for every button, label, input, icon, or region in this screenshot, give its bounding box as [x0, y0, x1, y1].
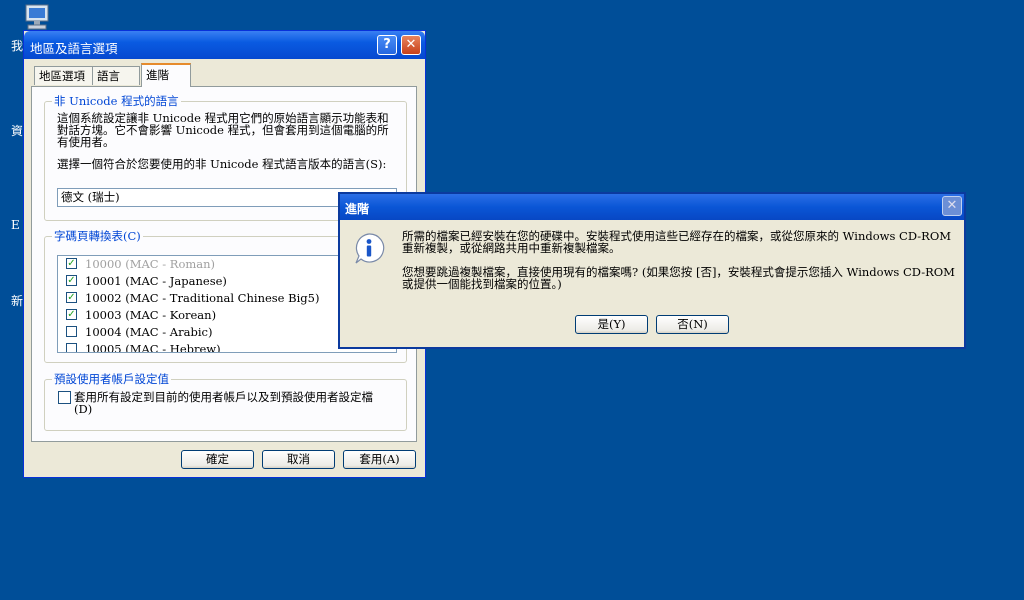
dialog-close-button[interactable]: ✕	[942, 196, 962, 216]
advanced-message-dialog: 進階 ✕ 所需的檔案已經安裝在您的硬碟中。安裝程式使用這些已經存在的檔案，或從您…	[338, 192, 966, 349]
language-select-label: 選擇一個符合於您要使用的非 Unicode 程式語言版本的語言(S):	[57, 157, 387, 171]
group-legend: 字碼頁轉換表(C)	[52, 228, 143, 244]
window-titlebar[interactable]: 地區及語言選項 ? ✕	[24, 31, 425, 59]
apply-default-user-label[interactable]: 套用所有設定到目前的使用者帳戶以及到預設使用者設定檔 (D)	[74, 391, 373, 415]
ok-button[interactable]: 確定	[181, 450, 254, 469]
desktop-icon-label[interactable]: 新	[11, 292, 23, 309]
yes-button[interactable]: 是(Y)	[575, 315, 648, 334]
info-icon	[353, 232, 385, 264]
tab-advanced[interactable]: 進階	[141, 63, 191, 87]
dialog-message-2: 您想要跳過複製檔案，直接使用現有的檔案嗎? (如果您按 [否]，安裝程式會提示您…	[402, 265, 955, 291]
checkbox-unchecked[interactable]	[66, 326, 77, 337]
checkbox-checked[interactable]: ✓	[66, 258, 77, 269]
desktop-icon-label[interactable]: E	[11, 218, 20, 232]
dialog-title: 進階	[345, 202, 370, 216]
dialog-titlebar[interactable]: 進階 ✕	[340, 194, 964, 220]
window-title: 地區及語言選項	[30, 41, 118, 56]
dialog-message-1: 所需的檔案已經安裝在您的硬碟中。安裝程式使用這些已經存在的檔案，或從您原來的 W…	[402, 229, 952, 255]
close-button[interactable]: ✕	[401, 35, 421, 55]
tab-languages[interactable]: 語言	[92, 66, 140, 85]
checkbox-checked[interactable]: ✓	[66, 275, 77, 286]
help-button[interactable]: ?	[377, 35, 397, 55]
my-computer-desktop-icon[interactable]	[22, 3, 56, 31]
group-legend: 預設使用者帳戶設定值	[52, 371, 171, 387]
apply-default-user-checkbox[interactable]	[58, 391, 71, 404]
tab-regional-options[interactable]: 地區選項	[34, 66, 96, 85]
cancel-button[interactable]: 取消	[262, 450, 335, 469]
checkbox-checked[interactable]: ✓	[66, 309, 77, 320]
no-button[interactable]: 否(N)	[656, 315, 729, 334]
desktop-icon-label[interactable]: 我	[11, 37, 23, 54]
desktop-icon-label[interactable]: 資	[11, 122, 23, 139]
language-dropdown-value: 德文 (瑞士)	[61, 190, 120, 204]
group-legend: 非 Unicode 程式的語言	[52, 93, 181, 109]
non-unicode-description: 這個系統設定讓非 Unicode 程式用它們的原始語言顯示功能表和 對話方塊。它…	[57, 111, 389, 149]
checkbox-checked[interactable]: ✓	[66, 292, 77, 303]
apply-button[interactable]: 套用(A)	[343, 450, 416, 469]
checkbox-unchecked[interactable]	[66, 343, 77, 352]
